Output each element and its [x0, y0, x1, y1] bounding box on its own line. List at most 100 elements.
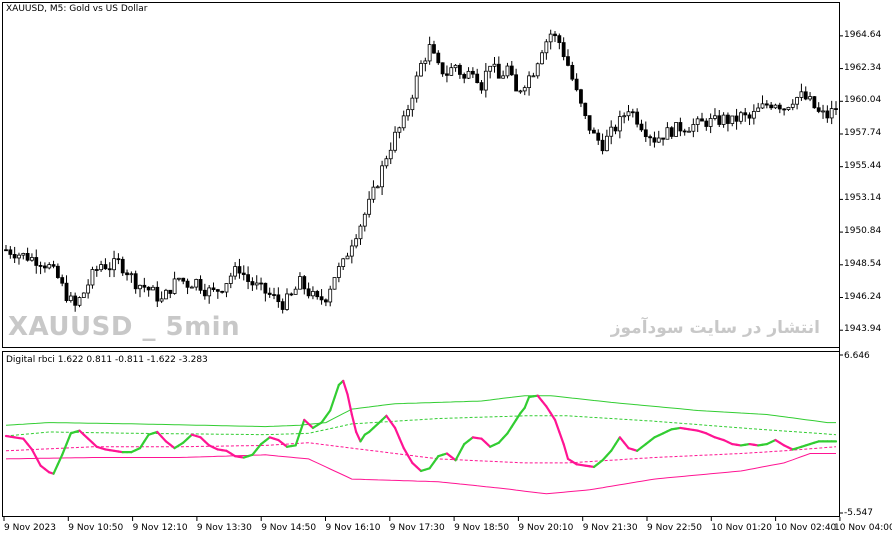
time-label: 9 Nov 22:50	[647, 523, 702, 533]
candle-body	[773, 104, 778, 109]
candle-body	[38, 265, 43, 267]
candle-body	[375, 186, 380, 189]
candle-body	[834, 108, 838, 110]
candle-body	[168, 289, 173, 294]
candle-body	[345, 255, 350, 260]
price-label: 1955.44	[844, 160, 882, 171]
time-label: 9 Nov 21:30	[582, 523, 638, 533]
candle-body	[237, 266, 242, 274]
candle-body	[496, 63, 501, 79]
candle-body	[25, 253, 30, 261]
candle-body	[285, 293, 289, 310]
time-label: 10 Nov 02:40	[775, 523, 837, 533]
candle-body	[816, 107, 821, 112]
candle-body	[592, 129, 596, 134]
candle-body	[358, 225, 363, 240]
candle-body	[509, 65, 514, 76]
candle-body	[470, 70, 475, 75]
candle-body	[613, 126, 618, 132]
candle-body	[743, 112, 748, 116]
candle-body	[782, 108, 787, 111]
candle-body	[626, 111, 631, 117]
candle-body	[427, 44, 432, 62]
candle-body	[583, 102, 588, 117]
price-label: 1950.84	[844, 226, 882, 237]
candle-body	[492, 63, 497, 67]
candle-body	[436, 52, 441, 64]
candle-body	[4, 249, 8, 252]
candle-body	[77, 297, 82, 306]
candle-body	[682, 130, 687, 133]
candle-body	[501, 75, 506, 79]
candle-body	[635, 111, 640, 125]
candle-body	[678, 122, 683, 132]
candle-body	[384, 158, 389, 167]
candle-body	[332, 277, 337, 290]
candle-body	[8, 249, 13, 255]
candle-body	[514, 74, 519, 92]
candle-body	[769, 104, 774, 109]
candle-body	[90, 269, 95, 286]
candle-body	[276, 294, 281, 303]
indicator-scale-bottom: -5.547	[844, 508, 874, 518]
candle-body	[419, 63, 423, 77]
candle-body	[272, 294, 276, 296]
candle-body	[397, 127, 402, 133]
candle-body	[17, 254, 21, 259]
candle-body	[561, 42, 566, 58]
price-label: 1964.64	[844, 29, 882, 40]
candle-body	[414, 75, 419, 99]
site-watermark: انتشار در سایت سودآموز	[610, 318, 820, 338]
candle-body	[211, 287, 216, 291]
candle-body	[64, 282, 69, 302]
candle-body	[133, 273, 138, 290]
candle-body	[669, 127, 674, 137]
candle-body	[60, 277, 65, 284]
candle-body	[756, 107, 761, 112]
candle-body	[458, 64, 462, 75]
candle-body	[540, 52, 544, 65]
candle-body	[518, 90, 523, 93]
candle-body	[790, 103, 795, 108]
candle-body	[207, 287, 212, 297]
candle-body	[159, 298, 164, 302]
candle-body	[142, 284, 147, 288]
candle-body	[280, 301, 285, 310]
candle-body	[86, 284, 91, 294]
candle-body	[812, 96, 817, 109]
candle-body	[522, 87, 527, 92]
candle-body	[721, 114, 726, 125]
candle-body	[51, 264, 56, 267]
candle-body	[164, 289, 168, 300]
candle-body	[449, 67, 454, 76]
candle-body	[730, 115, 735, 124]
candle-body	[198, 279, 203, 291]
candle-body	[462, 74, 467, 79]
candle-body	[479, 82, 484, 91]
candle-body	[311, 291, 315, 297]
candle-body	[298, 276, 302, 290]
candle-body	[423, 60, 428, 64]
candle-body	[483, 70, 488, 91]
time-label: 9 Nov 10:50	[68, 523, 124, 533]
candle-body	[21, 253, 26, 256]
candle-body	[401, 115, 406, 129]
candle-body	[786, 107, 791, 110]
candle-body	[825, 110, 830, 119]
candle-body	[475, 73, 480, 84]
candle-body	[388, 149, 393, 160]
candle-body	[151, 286, 155, 291]
candle-body	[617, 116, 622, 132]
candle-body	[289, 293, 294, 296]
price-label: 1962.34	[844, 62, 882, 73]
price-label: 1957.74	[844, 127, 882, 138]
candle-body	[189, 286, 194, 289]
candle-body	[68, 295, 73, 302]
candle-body	[639, 123, 644, 131]
price-label: 1960.04	[844, 95, 882, 106]
candle-body	[566, 56, 570, 66]
chart-canvas[interactable]	[0, 0, 892, 541]
chart-title: XAUUSD, M5: Gold vs US Dollar	[6, 4, 148, 14]
time-label: 9 Nov 18:50	[454, 523, 510, 533]
candle-body	[777, 104, 782, 110]
